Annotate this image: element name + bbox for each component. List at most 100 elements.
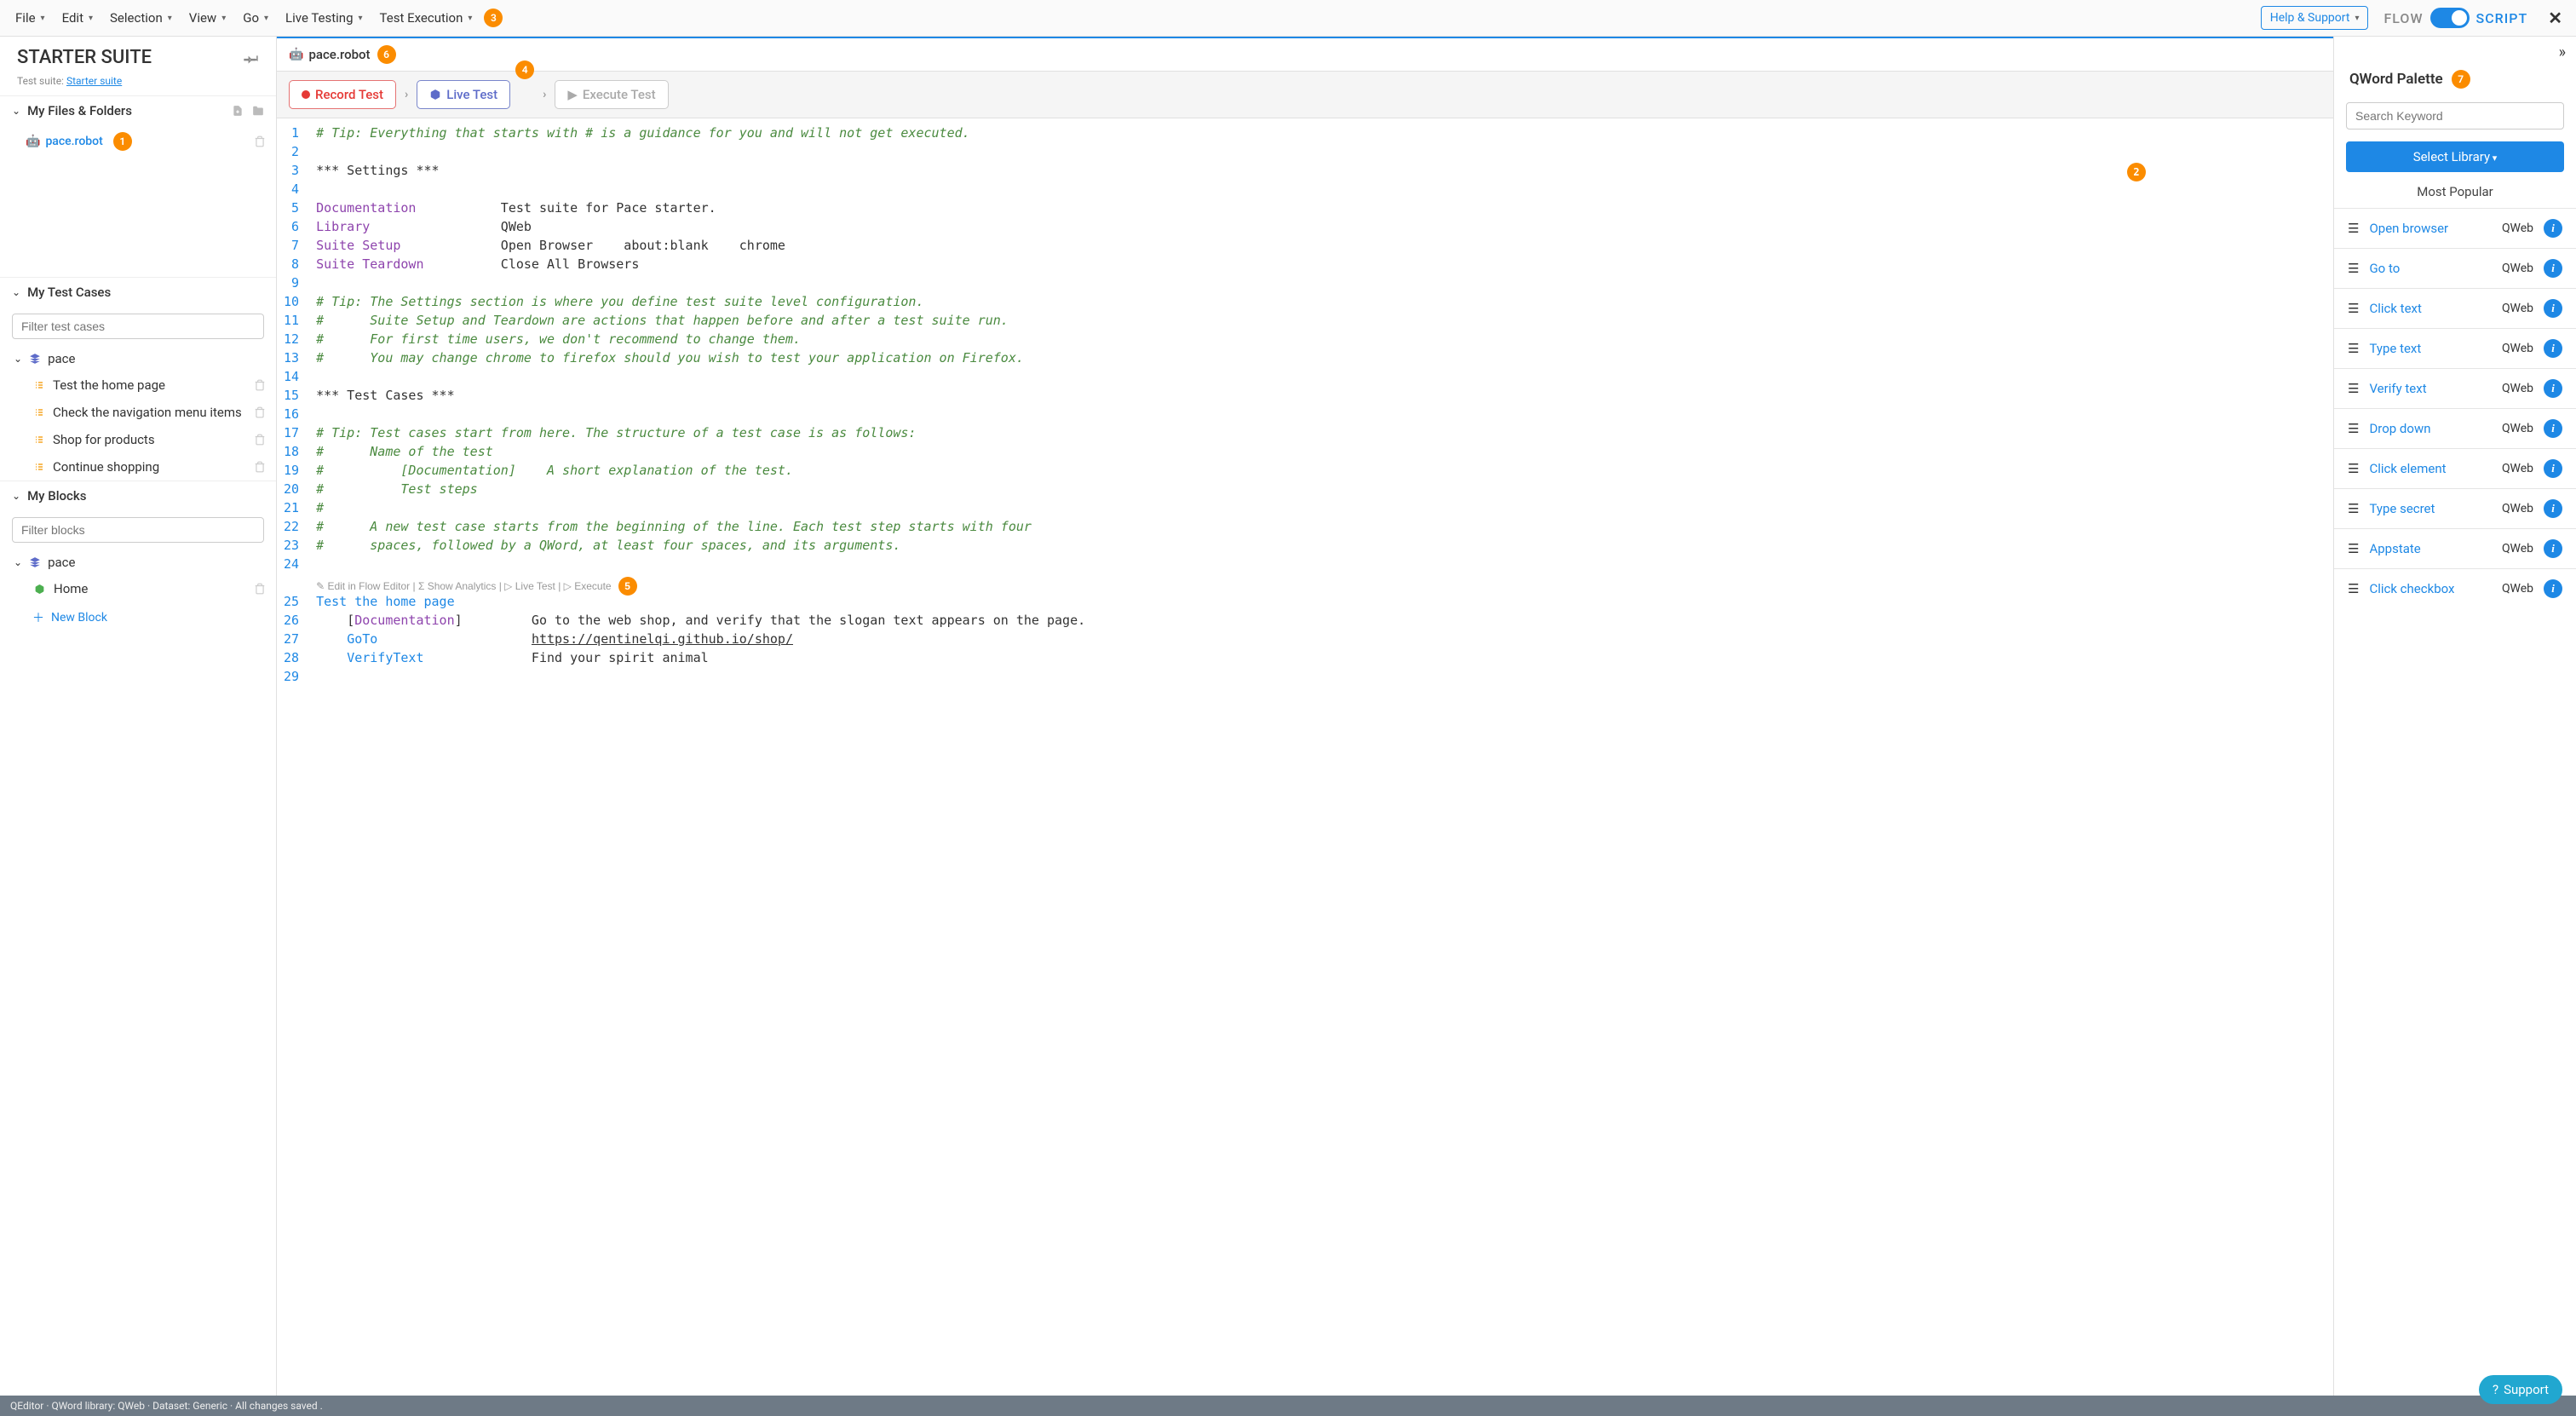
grip-icon[interactable]: ☰ xyxy=(2348,581,2359,596)
palette-header: QWord Palette 7 xyxy=(2334,68,2576,97)
menu-live-testing[interactable]: Live Testing xyxy=(279,5,370,31)
grip-icon[interactable]: ☰ xyxy=(2348,381,2359,396)
left-sidebar: STARTER SUITE Test suite: Starter suite … xyxy=(0,37,277,1396)
list-icon xyxy=(34,380,44,390)
info-icon[interactable]: i xyxy=(2544,259,2562,278)
blocks-folder-label: pace xyxy=(48,555,75,570)
keyword-name: Verify text xyxy=(2369,381,2492,396)
keyword-row[interactable]: ☰Click textQWebi xyxy=(2334,288,2576,328)
close-icon[interactable]: ✕ xyxy=(2543,8,2567,28)
grip-icon[interactable]: ☰ xyxy=(2348,301,2359,316)
support-button[interactable]: ? Support xyxy=(2479,1375,2562,1404)
file-row[interactable]: 🤖 pace.robot 1 xyxy=(26,129,276,154)
annotation-badge-2: 2 xyxy=(2127,163,2146,181)
trash-icon[interactable] xyxy=(254,406,266,418)
keyword-lib: QWeb xyxy=(2502,262,2533,275)
chevron-down-icon: ⌄ xyxy=(14,353,22,365)
menu-edit[interactable]: Edit xyxy=(55,5,100,31)
mode-toggle[interactable] xyxy=(2430,8,2470,28)
keyword-name: Go to xyxy=(2369,261,2492,276)
keyword-row[interactable]: ☰Type secretQWebi xyxy=(2334,488,2576,528)
stack-icon xyxy=(29,353,41,365)
blocks-folder[interactable]: ⌄ pace xyxy=(0,550,276,575)
keyword-row[interactable]: ☰Open browserQWebi xyxy=(2334,208,2576,248)
info-icon[interactable]: i xyxy=(2544,299,2562,318)
grip-icon[interactable]: ☰ xyxy=(2348,461,2359,476)
testcases-filter-input[interactable] xyxy=(12,314,264,339)
grip-icon[interactable]: ☰ xyxy=(2348,261,2359,276)
execute-test-button[interactable]: ▶ Execute Test xyxy=(555,80,668,109)
grip-icon[interactable]: ☰ xyxy=(2348,421,2359,436)
code-editor[interactable]: 123456789101112131415161718192021222324 … xyxy=(277,118,2333,1396)
grip-icon[interactable]: ☰ xyxy=(2348,221,2359,236)
keyword-row[interactable]: ☰ Go to QWebi xyxy=(2334,248,2576,288)
keyword-row[interactable]: ☰Click checkboxQWebi xyxy=(2334,568,2576,608)
file-name: pace.robot xyxy=(45,135,102,148)
record-icon xyxy=(302,90,310,99)
info-icon[interactable]: i xyxy=(2544,499,2562,518)
menu-view[interactable]: View xyxy=(182,5,233,31)
block-item[interactable]: Home xyxy=(0,575,276,602)
expand-icon[interactable]: » xyxy=(2559,43,2566,61)
status-bar: QEditor · QWord library: QWeb · Dataset:… xyxy=(0,1396,2576,1416)
codelens-actions[interactable]: ✎ Edit in Flow Editor | Σ Show Analytics… xyxy=(316,580,612,592)
testcases-folder[interactable]: ⌄ pace xyxy=(0,346,276,371)
info-icon[interactable]: i xyxy=(2544,539,2562,558)
flow-script-toggle: FLOW SCRIPT xyxy=(2383,8,2527,28)
pin-icon[interactable] xyxy=(244,50,259,66)
keyword-row[interactable]: ☰Drop downQWebi xyxy=(2334,408,2576,448)
testcase-item[interactable]: Continue shopping xyxy=(0,453,276,481)
info-icon[interactable]: i xyxy=(2544,419,2562,438)
chevron-down-icon: ⌄ xyxy=(14,556,22,568)
keyword-lib: QWeb xyxy=(2502,422,2533,435)
testcases-header-label: My Test Cases xyxy=(27,285,111,300)
testcase-list: Test the home pageCheck the navigation m… xyxy=(0,371,276,481)
app-root: FileEditSelectionViewGoLive TestingTest … xyxy=(0,0,2576,1416)
testcase-label: Shop for products xyxy=(53,432,155,447)
blocks-filter-input[interactable] xyxy=(12,517,264,543)
menu-selection[interactable]: Selection xyxy=(103,5,179,31)
keyword-row[interactable]: ☰Verify textQWebi xyxy=(2334,368,2576,408)
help-icon: ? xyxy=(2493,1382,2498,1397)
code-content[interactable]: # Tip: Everything that starts with # is … xyxy=(309,118,2333,1396)
trash-icon[interactable] xyxy=(254,379,266,391)
keyword-lib: QWeb xyxy=(2502,342,2533,355)
info-icon[interactable]: i xyxy=(2544,459,2562,478)
menu-go[interactable]: Go xyxy=(236,5,275,31)
editor-tab[interactable]: 🤖 pace.robot xyxy=(289,47,371,62)
chevron-right-icon: › xyxy=(405,88,408,101)
info-icon[interactable]: i xyxy=(2544,339,2562,358)
trash-icon[interactable] xyxy=(254,434,266,446)
grip-icon[interactable]: ☰ xyxy=(2348,541,2359,556)
testcase-item[interactable]: Check the navigation menu items xyxy=(0,399,276,426)
keyword-row[interactable]: ☰Type textQWebi xyxy=(2334,328,2576,368)
menu-file[interactable]: File xyxy=(9,5,52,31)
live-test-button[interactable]: Live Test xyxy=(417,80,510,109)
trash-icon[interactable] xyxy=(254,135,266,147)
info-icon[interactable]: i xyxy=(2544,219,2562,238)
testcases-folder-label: pace xyxy=(48,351,75,366)
testcase-item[interactable]: Shop for products xyxy=(0,426,276,453)
keyword-search-input[interactable] xyxy=(2346,102,2564,130)
new-block-button[interactable]: ＋ New Block xyxy=(0,602,276,633)
blocks-section-header[interactable]: ⌄ My Blocks xyxy=(0,481,276,510)
menu-test-execution[interactable]: Test Execution xyxy=(373,5,480,31)
keyword-row[interactable]: ☰AppstateQWebi xyxy=(2334,528,2576,568)
grip-icon[interactable]: ☰ xyxy=(2348,501,2359,516)
testcase-item[interactable]: Test the home page xyxy=(0,371,276,399)
trash-icon[interactable] xyxy=(254,461,266,473)
keyword-row[interactable]: ☰Click elementQWebi xyxy=(2334,448,2576,488)
chevron-down-icon: ⌄ xyxy=(12,286,20,298)
trash-icon[interactable] xyxy=(254,583,266,595)
info-icon[interactable]: i xyxy=(2544,579,2562,598)
new-file-icon[interactable] xyxy=(232,105,244,117)
new-folder-icon[interactable] xyxy=(252,105,264,117)
record-test-button[interactable]: Record Test xyxy=(289,80,396,109)
files-section-header[interactable]: ⌄ My Files & Folders xyxy=(0,95,276,125)
help-support-button[interactable]: Help & Support xyxy=(2261,6,2369,30)
info-icon[interactable]: i xyxy=(2544,379,2562,398)
grip-icon[interactable]: ☰ xyxy=(2348,341,2359,356)
select-library-button[interactable]: Select Library xyxy=(2346,141,2564,172)
testcases-section-header[interactable]: ⌄ My Test Cases xyxy=(0,277,276,307)
suite-link[interactable]: Starter suite xyxy=(66,75,122,87)
